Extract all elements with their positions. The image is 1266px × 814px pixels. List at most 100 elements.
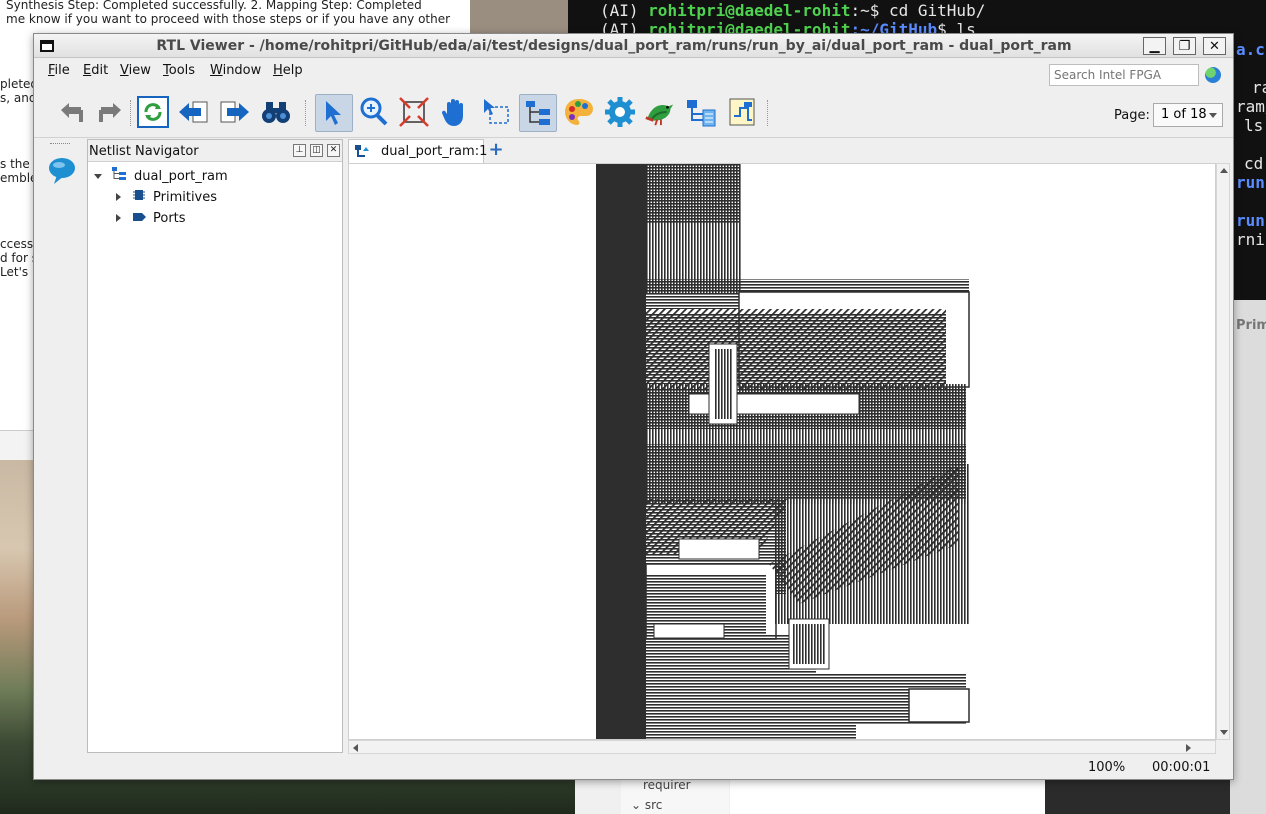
doc-line: Synthesis Step: Completed successfully. … [6, 0, 422, 12]
chevron-down-icon [1209, 113, 1217, 118]
expand-icon[interactable] [94, 173, 102, 179]
zoom-level: 100% [1088, 760, 1126, 775]
select-icon[interactable] [315, 94, 353, 132]
doc-line: emble [0, 171, 38, 185]
schematic-tab-icon [355, 144, 371, 159]
terminal-side-text: ram/ [1236, 97, 1266, 116]
tree-item-ports[interactable]: Ports [116, 208, 186, 228]
toolbar-separator [767, 100, 768, 126]
editor-side-pane: Prim [1230, 300, 1266, 814]
tree-root-label: dual_port_ram [134, 168, 228, 184]
tree-item-label: Primitives [153, 189, 218, 205]
refresh-icon[interactable] [137, 96, 169, 128]
terminal-side-text: rnin [1236, 230, 1266, 249]
page-select-value: 1 of 18 [1161, 107, 1207, 122]
fit-icon[interactable] [398, 96, 430, 128]
status-bar: 100% 00:00:01 [34, 755, 1233, 779]
terminal-side-text: ls [1244, 116, 1264, 135]
settings-icon[interactable] [604, 96, 636, 128]
title-bar[interactable]: RTL Viewer - /home/rohitpri/GitHub/eda/a… [34, 34, 1233, 58]
tree-root[interactable]: dual_port_ram [94, 166, 228, 186]
window-title: RTL Viewer - /home/rohitpri/GitHub/eda/a… [156, 38, 1072, 54]
navigator-header: Netlist Navigator ⊥ ◫ ✕ [88, 140, 342, 162]
scroll-up-icon[interactable] [1220, 168, 1228, 173]
doc-line: ccessf [0, 237, 38, 251]
scroll-right-icon[interactable] [1186, 744, 1191, 752]
dock-grip[interactable] [50, 143, 70, 147]
primitive-icon [133, 189, 145, 205]
schematic-canvas[interactable] [348, 163, 1216, 740]
window-icon [40, 40, 54, 52]
scroll-left-icon[interactable] [353, 744, 358, 752]
terminal-side-text: runs [1236, 173, 1266, 192]
rect-select-icon[interactable] [480, 96, 512, 128]
editor-body [730, 778, 1045, 814]
toolbar: Page: 1 of 18 [34, 86, 1233, 138]
vertical-scrollbar[interactable] [1216, 163, 1230, 740]
terminal-side-text: ra [1252, 78, 1266, 97]
close-panel-icon[interactable]: ✕ [327, 144, 340, 157]
tab-bar: dual_port_ram:1 + [348, 139, 1230, 163]
maximize-button[interactable]: ❐ [1173, 37, 1196, 55]
close-button[interactable]: ✕ [1203, 37, 1226, 55]
back-icon[interactable] [58, 96, 90, 128]
tree-item-primitives[interactable]: Primitives [116, 187, 217, 207]
forward-icon[interactable] [92, 96, 124, 128]
hierarchy-icon[interactable] [519, 94, 557, 132]
doc-line: s, and [0, 91, 37, 105]
menu-file[interactable]: File [48, 63, 70, 78]
file-tree-item: ⌄ src [631, 798, 663, 812]
globe-icon[interactable] [1205, 67, 1221, 83]
rtl-viewer-window: RTL Viewer - /home/rohitpri/GitHub/eda/a… [33, 33, 1234, 780]
binoculars-icon[interactable] [260, 96, 292, 128]
menu-window[interactable]: Window [210, 63, 261, 78]
toolbar-separator [305, 100, 306, 126]
terminal-line: (AI) rohitpri@daedel-rohit:~$ cd GitHub/ [600, 1, 986, 20]
doc-line: Let's [0, 265, 29, 279]
add-tab-button[interactable]: + [486, 141, 506, 161]
terminal-side-text: runs [1236, 211, 1266, 230]
editor-side-label: Prim [1236, 318, 1266, 333]
menu-help[interactable]: Help [273, 63, 303, 78]
terminal-side-text: cd [1244, 154, 1264, 173]
float-icon[interactable]: ◫ [310, 144, 323, 157]
page-label: Page: [1114, 108, 1150, 123]
page-select[interactable]: 1 of 18 [1153, 103, 1223, 127]
toolbar-separator [130, 100, 131, 126]
chat-bubble-icon[interactable] [48, 157, 76, 189]
menu-view[interactable]: View [120, 63, 151, 78]
menu-bar: File Edit View Tools Window Help [34, 59, 1233, 86]
file-tree-item: requirer [643, 778, 691, 792]
hand-icon[interactable] [439, 96, 471, 128]
tab-dual-port-ram[interactable]: dual_port_ram:1 [348, 139, 488, 163]
bird-icon[interactable] [644, 96, 676, 128]
port-icon [133, 211, 147, 226]
editor-file-tree: requirer ⌄ src [621, 778, 729, 814]
elapsed-time: 00:00:01 [1152, 760, 1211, 775]
go-forward-icon[interactable] [219, 96, 251, 128]
menu-edit[interactable]: Edit [83, 63, 108, 78]
expand-icon[interactable] [116, 193, 121, 201]
palette-icon[interactable] [563, 96, 595, 128]
scroll-down-icon[interactable] [1220, 730, 1228, 735]
tab-label: dual_port_ram:1 [381, 144, 488, 159]
tree-item-label: Ports [153, 210, 186, 226]
doc-line: me know if you want to proceed with thos… [6, 12, 451, 26]
minimize-button[interactable]: ▁ [1143, 37, 1166, 55]
search-input[interactable] [1049, 64, 1199, 86]
expand-icon[interactable] [116, 214, 121, 222]
pin-icon[interactable]: ⊥ [293, 144, 306, 157]
netlist-navigator-panel: Netlist Navigator ⊥ ◫ ✕ dual_port_ram Pr… [87, 139, 343, 753]
rtl-schematic[interactable] [349, 164, 1216, 740]
left-tool-strip [34, 139, 86, 753]
go-back-icon[interactable] [177, 96, 209, 128]
zoom-icon[interactable] [358, 96, 390, 128]
hierarchy-tree-icon [112, 167, 126, 185]
schematic-wires [596, 164, 970, 739]
navigator-title: Netlist Navigator [89, 144, 199, 159]
menu-tools[interactable]: Tools [163, 63, 195, 78]
horizontal-scrollbar[interactable] [348, 740, 1216, 754]
terminal-side-text: a.cp [1236, 40, 1266, 59]
netlist-icon[interactable] [685, 96, 717, 128]
export-icon[interactable] [726, 96, 758, 128]
